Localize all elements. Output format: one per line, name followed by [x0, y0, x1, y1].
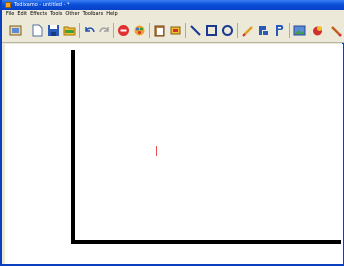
- menu-other[interactable]: Other: [65, 10, 79, 19]
- drawn-vertical-line: [71, 50, 75, 244]
- effects-icon[interactable]: [132, 23, 147, 38]
- undo-icon[interactable]: [82, 23, 97, 38]
- paste-icon[interactable]: [152, 23, 167, 38]
- menu-help[interactable]: Help: [106, 10, 117, 19]
- ellipse-tool-icon[interactable]: [220, 23, 235, 38]
- menu-file[interactable]: File: [6, 10, 14, 19]
- select-tool-icon[interactable]: [272, 23, 287, 38]
- app-window: Tedixamo - untitled - * File Edit Effect…: [0, 0, 344, 266]
- window-title: Tedixamo - untitled - *: [14, 2, 70, 8]
- line-tool-icon[interactable]: [188, 23, 203, 38]
- toolbar-separator: [149, 23, 150, 38]
- toolbar-separator: [289, 23, 290, 38]
- open-album-icon[interactable]: [8, 23, 23, 38]
- toolbar-separator: [113, 23, 114, 38]
- toolbar-separator: [237, 23, 238, 38]
- color-picker-icon[interactable]: [310, 23, 325, 38]
- menu-edit[interactable]: Edit: [17, 10, 27, 19]
- menu-bar: File Edit Effects Tools Other Toolbars H…: [2, 10, 344, 19]
- fill-tool-icon[interactable]: [256, 23, 271, 38]
- pencil-tool-icon[interactable]: [240, 23, 255, 38]
- menu-tools[interactable]: Tools: [50, 10, 62, 19]
- main-toolbar: [2, 19, 344, 43]
- stamp-icon[interactable]: [168, 23, 183, 38]
- image-icon[interactable]: [292, 23, 307, 38]
- menu-effects[interactable]: Effects: [30, 10, 47, 19]
- redo-icon[interactable]: [97, 23, 112, 38]
- drawn-horizontal-line: [71, 240, 341, 244]
- rectangle-tool-icon[interactable]: [204, 23, 219, 38]
- save-icon[interactable]: [46, 23, 61, 38]
- text-cursor: [156, 146, 157, 156]
- new-document-icon[interactable]: [30, 23, 45, 38]
- toolbar-separator: [185, 23, 186, 38]
- app-icon: [5, 2, 11, 8]
- title-bar[interactable]: Tedixamo - untitled - *: [2, 0, 344, 10]
- toolbar-separator: [79, 23, 80, 38]
- drawing-canvas[interactable]: [5, 44, 343, 264]
- menu-toolbars[interactable]: Toolbars: [83, 10, 104, 19]
- stop-icon[interactable]: [116, 23, 131, 38]
- brush-tool-icon[interactable]: [328, 23, 343, 38]
- open-folder-icon[interactable]: [62, 23, 77, 38]
